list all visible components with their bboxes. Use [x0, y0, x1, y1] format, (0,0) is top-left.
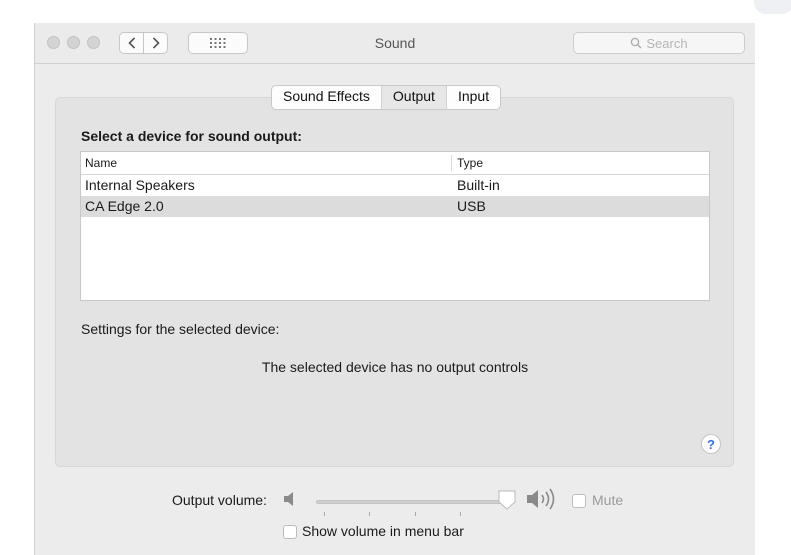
- show-volume-in-menu-bar-label: Show volume in menu bar: [302, 523, 464, 539]
- system-preferences-window: Sound Search Sound Effects Output Input …: [34, 23, 755, 555]
- table-row[interactable]: Internal Speakers Built-in: [81, 175, 709, 196]
- device-name: Internal Speakers: [85, 177, 195, 193]
- help-button[interactable]: ?: [701, 434, 721, 454]
- titlebar: Sound Search: [35, 23, 755, 64]
- column-header-name[interactable]: Name: [85, 152, 117, 174]
- tab-bar: Sound Effects Output Input: [271, 85, 502, 110]
- speaker-high-icon: [527, 488, 555, 510]
- mute-label: Mute: [592, 492, 624, 508]
- tab-output[interactable]: Output: [381, 86, 447, 109]
- table-header: Name Type: [81, 152, 709, 175]
- slider-tick: [369, 512, 370, 516]
- settings-label: Settings for the selected device:: [81, 321, 280, 337]
- tab-input[interactable]: Input: [447, 86, 500, 109]
- output-volume-slider[interactable]: [316, 500, 514, 504]
- volume-slider-knob[interactable]: [497, 489, 517, 511]
- column-divider: [451, 155, 452, 171]
- tab-sound-effects[interactable]: Sound Effects: [272, 86, 382, 109]
- device-type: USB: [457, 198, 486, 214]
- search-field[interactable]: Search: [573, 32, 745, 54]
- table-row-selected[interactable]: CA Edge 2.0 USB: [81, 196, 709, 217]
- no-output-controls-message: The selected device has no output contro…: [261, 359, 529, 375]
- search-placeholder: Search: [646, 35, 688, 51]
- mute-checkbox[interactable]: [572, 494, 586, 508]
- device-name: CA Edge 2.0: [85, 198, 164, 214]
- search-icon: [631, 37, 642, 49]
- slider-tick: [460, 512, 461, 516]
- column-header-type[interactable]: Type: [457, 152, 483, 174]
- output-volume-label: Output volume:: [172, 492, 267, 508]
- slider-tick: [415, 512, 416, 516]
- slider-tick: [324, 512, 325, 516]
- show-volume-in-menu-bar-checkbox[interactable]: [283, 525, 297, 539]
- speaker-low-icon: [284, 492, 293, 506]
- output-device-table: Name Type Internal Speakers Built-in CA …: [80, 151, 710, 301]
- corner-decoration: [754, 0, 791, 14]
- screen-top-strip: [0, 0, 791, 18]
- device-type: Built-in: [457, 177, 500, 193]
- output-device-heading: Select a device for sound output:: [81, 128, 302, 144]
